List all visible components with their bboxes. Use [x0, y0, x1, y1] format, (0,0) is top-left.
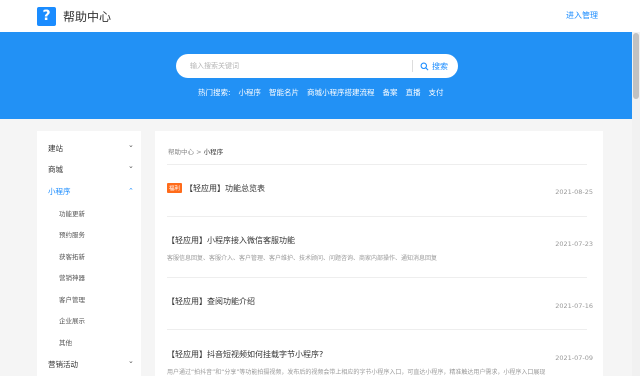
- article-item[interactable]: 【轻应用】抖音短视频如何挂载字节小程序? 用户通过“拍抖音”和“分享”等功能拍摄…: [167, 349, 587, 376]
- category-sidebar: 建站 ⌄ 商城 ⌄ 小程序 ⌃ 功能更新 预约服务 获客拓新 营销神器 客户管理…: [37, 131, 141, 376]
- page-scrollbar-thumb[interactable]: [633, 33, 639, 99]
- search-divider: [412, 60, 413, 72]
- article-date: 2021-07-16: [555, 302, 593, 310]
- sidebar-item-mall[interactable]: 商城 ⌄: [37, 160, 141, 178]
- search-input[interactable]: [190, 58, 410, 74]
- chevron-down-icon: ⌄: [128, 141, 134, 149]
- hot-term-link[interactable]: 智能名片: [269, 87, 299, 98]
- article-item[interactable]: 【轻应用】小程序接入微信客服功能 客服信息回复、客服介入、客户管理、客户维护、技…: [167, 235, 587, 262]
- article-title[interactable]: 【轻应用】查阅功能介绍: [167, 296, 587, 307]
- sidebar-subitem[interactable]: 预约服务: [59, 229, 85, 239]
- hot-term-link[interactable]: 小程序: [239, 87, 262, 98]
- divider: [167, 164, 587, 165]
- article-date: 2021-07-23: [555, 240, 593, 248]
- chevron-down-icon: ⌄: [128, 162, 134, 170]
- search-box: 搜索: [176, 54, 458, 78]
- hot-term-link[interactable]: 备案: [383, 87, 398, 98]
- chevron-up-icon: ⌃: [128, 187, 134, 195]
- divider: [167, 329, 587, 330]
- sidebar-item-label: 小程序: [48, 187, 71, 196]
- search-button[interactable]: 搜索: [420, 58, 448, 74]
- article-list-panel: 帮助中心 > 小程序 福利 【轻应用】功能总览表 2021-08-25 【轻应用】…: [155, 131, 603, 376]
- breadcrumb-separator: >: [196, 148, 202, 156]
- article-date: 2021-08-25: [555, 188, 593, 196]
- search-hero: 搜索 热门搜索: 小程序 智能名片 商城小程序搭建流程 备案 直播 支付: [0, 32, 640, 119]
- sidebar-subitem[interactable]: 其他: [59, 337, 72, 347]
- sidebar-item-marketing[interactable]: 营销活动 ⌄: [37, 355, 141, 373]
- breadcrumb-home[interactable]: 帮助中心: [168, 148, 194, 156]
- sidebar-subitem[interactable]: 企业展示: [59, 315, 85, 325]
- article-summary: 客服信息回复、客服介入、客户管理、客户维护、技术顾问、问题咨询、商家内部操作、通…: [167, 255, 437, 262]
- article-title[interactable]: 【轻应用】功能总览表: [185, 184, 265, 193]
- hot-term-link[interactable]: 支付: [429, 87, 444, 98]
- admin-link[interactable]: 进入管理: [566, 10, 598, 21]
- hot-search-label: 热门搜索:: [198, 88, 231, 97]
- hot-term-link[interactable]: 商城小程序搭建流程: [307, 87, 375, 98]
- breadcrumb-current: 小程序: [203, 148, 224, 156]
- sidebar-subitem[interactable]: 营销神器: [59, 272, 85, 282]
- welfare-badge: 福利: [167, 183, 183, 193]
- sidebar-subitem[interactable]: 获客拓新: [59, 251, 85, 261]
- article-item[interactable]: 福利 【轻应用】功能总览表: [167, 183, 587, 194]
- help-logo-icon[interactable]: ?: [37, 7, 56, 26]
- article-title[interactable]: 【轻应用】小程序接入微信客服功能: [167, 235, 587, 246]
- hot-term-link[interactable]: 直播: [406, 87, 421, 98]
- article-date: 2021-07-09: [555, 354, 593, 362]
- sidebar-item-miniprogram[interactable]: 小程序 ⌃: [37, 182, 141, 200]
- article-item[interactable]: 【轻应用】查阅功能介绍: [167, 296, 587, 307]
- sidebar-item-site[interactable]: 建站 ⌄: [37, 139, 141, 157]
- divider: [167, 277, 587, 278]
- chevron-down-icon: ⌄: [128, 357, 134, 365]
- sidebar-subitem[interactable]: 功能更新: [59, 208, 85, 218]
- hot-search-row: 热门搜索: 小程序 智能名片 商城小程序搭建流程 备案 直播 支付: [198, 87, 444, 98]
- sidebar-item-label: 商城: [48, 165, 63, 174]
- divider: [167, 216, 587, 217]
- breadcrumb: 帮助中心 > 小程序: [168, 146, 223, 156]
- article-title-row: 福利 【轻应用】功能总览表: [167, 183, 587, 194]
- top-bar: ? 帮助中心 进入管理: [0, 0, 640, 32]
- sidebar-subitem[interactable]: 客户管理: [59, 294, 85, 304]
- site-title[interactable]: 帮助中心: [63, 8, 111, 25]
- sidebar-item-label: 营销活动: [48, 360, 78, 369]
- article-title[interactable]: 【轻应用】抖音短视频如何挂载字节小程序?: [167, 349, 587, 360]
- sidebar-item-label: 建站: [48, 144, 63, 153]
- search-icon: [420, 62, 429, 71]
- article-summary: 用户通过“拍抖音”和“分享”等功能拍摄视频，发布后的视频会带上相应的字节小程序入…: [167, 369, 546, 376]
- search-button-label: 搜索: [432, 61, 448, 71]
